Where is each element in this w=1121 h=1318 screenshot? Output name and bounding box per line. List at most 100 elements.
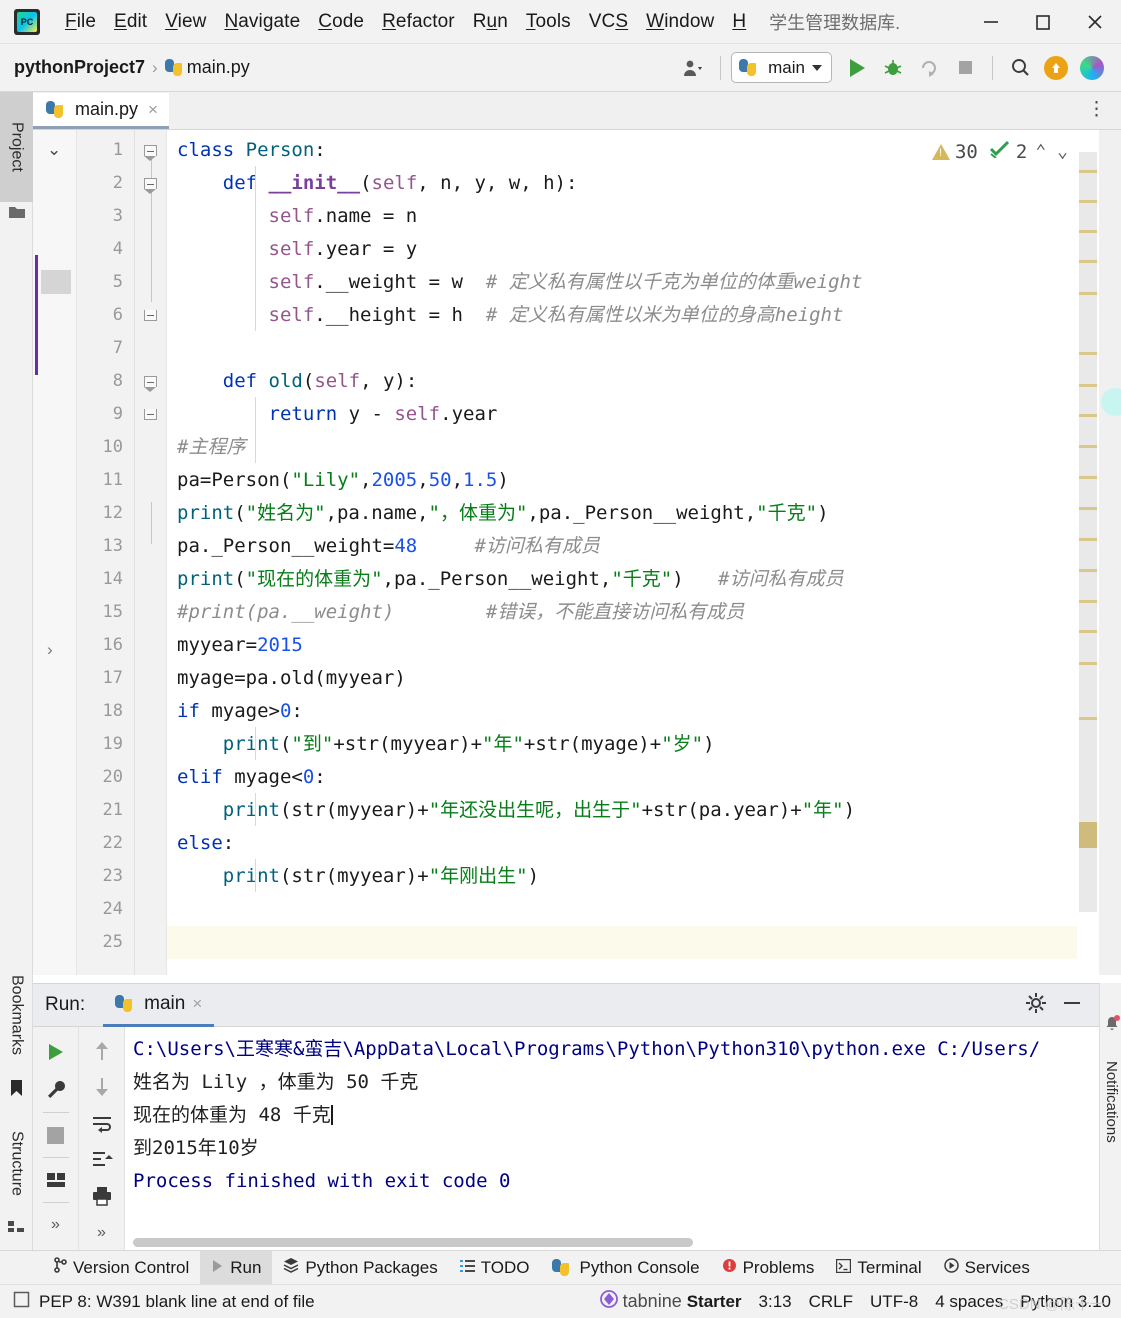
- gear-icon[interactable]: [1025, 992, 1047, 1019]
- sidebar-item-bookmarks[interactable]: Bookmarks: [0, 950, 33, 1080]
- code-folding-gutter[interactable]: [135, 130, 167, 975]
- tool-window-python-packages[interactable]: Python Packages: [272, 1251, 448, 1284]
- run-button[interactable]: [840, 51, 874, 85]
- tool-window-terminal[interactable]: Terminal: [825, 1251, 932, 1284]
- wrench-icon[interactable]: [45, 1071, 67, 1109]
- fold-marker[interactable]: [135, 926, 166, 959]
- fold-marker[interactable]: [135, 464, 166, 497]
- sidebar-item-structure[interactable]: Structure: [0, 1108, 33, 1218]
- menu-edit[interactable]: Edit: [105, 9, 156, 35]
- console-output[interactable]: C:\Users\王寒寒&蛮吉\AppData\Local\Programs\P…: [125, 1027, 1099, 1251]
- fold-toggle-icon[interactable]: [144, 145, 157, 161]
- code-content[interactable]: class Person: def __init__(self, n, y, w…: [167, 130, 1121, 975]
- notifications-rail[interactable]: Notifications: [1099, 983, 1121, 1251]
- code-line[interactable]: myyear=2015: [167, 629, 1121, 662]
- code-line[interactable]: [167, 926, 1121, 959]
- debug-button[interactable]: [876, 51, 910, 85]
- soft-wrap-icon[interactable]: [91, 1106, 113, 1142]
- code-line[interactable]: print("现在的体重为",pa._Person__weight,"千克") …: [167, 563, 1121, 596]
- tabnine-status[interactable]: tabnine Starter: [599, 1290, 742, 1313]
- more-options-icon[interactable]: ⋮: [1087, 98, 1107, 121]
- tool-window-todo[interactable]: TODO: [449, 1251, 541, 1284]
- fold-marker[interactable]: [135, 794, 166, 827]
- tool-window-version-control[interactable]: Version Control: [42, 1251, 200, 1284]
- hide-panel-icon[interactable]: [1061, 992, 1083, 1019]
- rerun-icon[interactable]: [48, 1033, 63, 1071]
- close-icon[interactable]: [1069, 0, 1121, 44]
- menu-view[interactable]: View: [156, 9, 215, 35]
- prev-problem-icon[interactable]: ⌃: [1032, 141, 1049, 162]
- menu-code[interactable]: Code: [309, 9, 373, 35]
- menu-tools[interactable]: Tools: [517, 9, 580, 35]
- menu-refactor[interactable]: Refactor: [373, 9, 464, 35]
- layout-icon[interactable]: [45, 1161, 67, 1199]
- fold-marker[interactable]: [135, 332, 166, 365]
- menu-vcs[interactable]: VCS: [580, 9, 637, 35]
- fold-marker[interactable]: [135, 563, 166, 596]
- python-interpreter[interactable]: Python 3.10: [1020, 1292, 1111, 1312]
- tool-window-services[interactable]: Services: [933, 1251, 1041, 1284]
- caret-position[interactable]: 3:13: [759, 1292, 792, 1312]
- scroll-to-end-icon[interactable]: [91, 1142, 113, 1178]
- code-line[interactable]: def __init__(self, n, y, w, h):: [167, 167, 1121, 200]
- code-line[interactable]: #print(pa.__weight) #错误，不能直接访问私有成员: [167, 596, 1121, 629]
- inspection-widget[interactable]: 30 2 ⌃ ⌄: [927, 138, 1075, 165]
- tool-window-problems[interactable]: Problems: [711, 1251, 826, 1284]
- fold-marker[interactable]: [135, 827, 166, 860]
- fold-marker[interactable]: [135, 365, 166, 398]
- code-line[interactable]: pa=Person("Lily",2005,50,1.5): [167, 464, 1121, 497]
- expand-actions-icon-2[interactable]: »: [97, 1215, 106, 1251]
- console-horizontal-scrollbar[interactable]: [133, 1238, 693, 1247]
- code-line[interactable]: else:: [167, 827, 1121, 860]
- code-line[interactable]: #主程序: [167, 431, 1121, 464]
- collapse-all-icon[interactable]: ⌄: [47, 140, 61, 160]
- update-project-icon[interactable]: [1039, 51, 1073, 85]
- fold-marker[interactable]: [135, 893, 166, 926]
- breadcrumb-file[interactable]: main.py: [187, 57, 250, 78]
- menu-window[interactable]: Window: [637, 9, 723, 35]
- fold-marker[interactable]: [135, 596, 166, 629]
- fold-marker[interactable]: [135, 695, 166, 728]
- code-line[interactable]: self.__height = h # 定义私有属性以米为单位的身高height: [167, 299, 1121, 332]
- scrollbar-thumb[interactable]: [41, 270, 71, 294]
- search-icon[interactable]: [1003, 51, 1037, 85]
- fold-marker[interactable]: [135, 299, 166, 332]
- fold-toggle-icon[interactable]: [144, 409, 157, 420]
- error-stripe-marker-bar[interactable]: [1077, 130, 1099, 975]
- fold-toggle-icon[interactable]: [144, 310, 157, 321]
- close-icon[interactable]: ×: [148, 100, 158, 120]
- sidebar-item-project[interactable]: Project: [0, 92, 33, 202]
- minimize-icon[interactable]: [965, 0, 1017, 44]
- menu-file[interactable]: File: [56, 9, 105, 35]
- menu-help[interactable]: H: [723, 9, 755, 35]
- user-avatar-icon[interactable]: [676, 51, 710, 85]
- menu-navigate[interactable]: Navigate: [215, 9, 309, 35]
- fold-marker[interactable]: [135, 398, 166, 431]
- code-line[interactable]: if myage>0:: [167, 695, 1121, 728]
- close-icon[interactable]: ×: [192, 994, 202, 1014]
- code-line[interactable]: [167, 893, 1121, 926]
- fold-marker[interactable]: [135, 431, 166, 464]
- maximize-icon[interactable]: [1017, 0, 1069, 44]
- tool-window-python-console[interactable]: Python Console: [541, 1251, 711, 1284]
- code-line[interactable]: print("到"+str(myyear)+"年"+str(myage)+"岁"…: [167, 728, 1121, 761]
- print-icon[interactable]: [91, 1178, 113, 1214]
- code-line[interactable]: print(str(myyear)+"年刚出生"): [167, 860, 1121, 893]
- stop-button[interactable]: [948, 51, 982, 85]
- code-line[interactable]: self.year = y: [167, 233, 1121, 266]
- tool-window-run[interactable]: Run: [200, 1251, 273, 1284]
- ide-features-icon[interactable]: [1075, 51, 1109, 85]
- fold-marker[interactable]: [135, 761, 166, 794]
- scroll-up-icon[interactable]: [92, 1033, 112, 1069]
- code-line[interactable]: elif myage<0:: [167, 761, 1121, 794]
- fold-toggle-icon[interactable]: [144, 376, 157, 392]
- file-encoding[interactable]: UTF-8: [870, 1292, 918, 1312]
- fold-marker[interactable]: [135, 662, 166, 695]
- indent-setting[interactable]: 4 spaces: [935, 1292, 1003, 1312]
- expand-icon[interactable]: ›: [47, 640, 53, 660]
- stop-icon[interactable]: [47, 1116, 64, 1154]
- next-problem-icon[interactable]: ⌄: [1054, 141, 1071, 162]
- code-line[interactable]: self.name = n: [167, 200, 1121, 233]
- menu-run[interactable]: Run: [464, 9, 517, 35]
- fold-marker[interactable]: [135, 860, 166, 893]
